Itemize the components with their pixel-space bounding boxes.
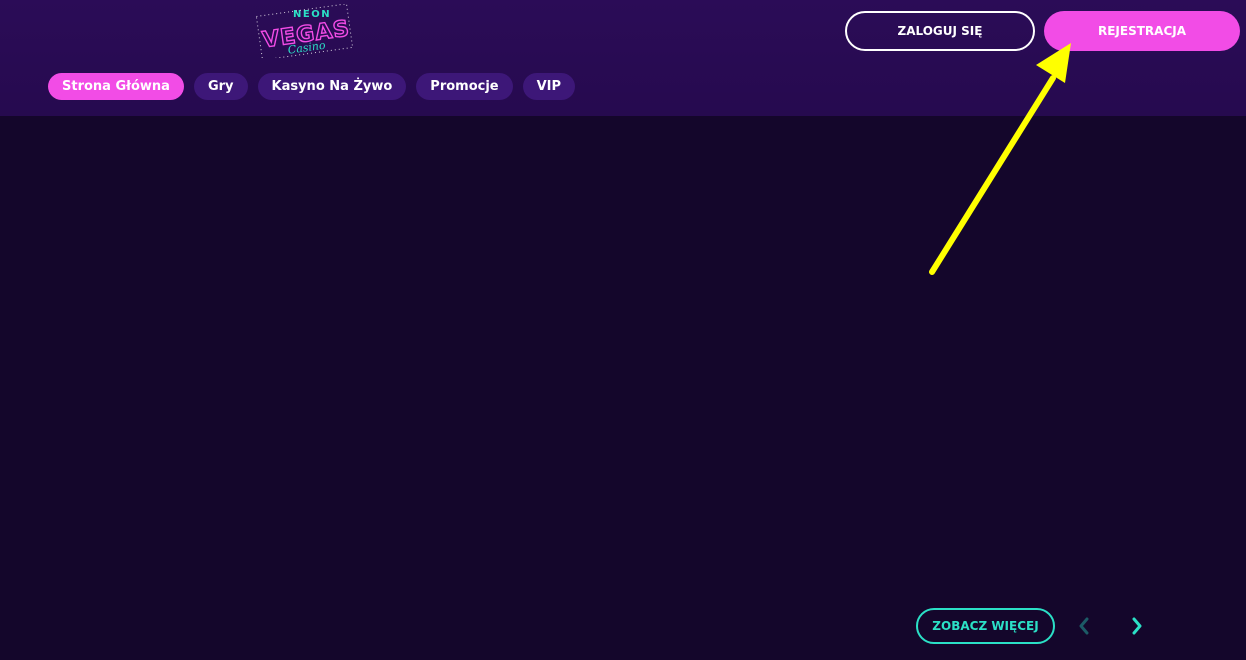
nav-item-live-casino[interactable]: Kasyno Na Żywo <box>257 73 407 100</box>
carousel-prev-button[interactable] <box>1072 612 1096 640</box>
site-header: NEON VEGAS Casino ZALOGUJ SIĘ REJESTRACJ… <box>0 0 1246 116</box>
login-button[interactable]: ZALOGUJ SIĘ <box>845 11 1035 51</box>
neon-vegas-logo[interactable]: NEON VEGAS Casino <box>255 3 354 61</box>
nav-item-vip[interactable]: VIP <box>522 73 576 100</box>
logo-icon: NEON VEGAS Casino <box>255 3 354 61</box>
nav-item-games[interactable]: Gry <box>193 73 248 100</box>
chevron-left-icon <box>1079 617 1089 635</box>
chevron-right-icon <box>1132 617 1142 635</box>
logo-top-text: NEON <box>293 9 331 20</box>
nav-item-promotions[interactable]: Promocje <box>416 73 513 100</box>
register-button[interactable]: REJESTRACJA <box>1044 11 1240 51</box>
nav-item-home[interactable]: Strona Główna <box>48 73 184 100</box>
see-more-button[interactable]: ZOBACZ WIĘCEJ <box>916 608 1055 644</box>
carousel-next-button[interactable] <box>1125 612 1149 640</box>
main-nav: Strona Główna Gry Kasyno Na Żywo Promocj… <box>48 73 576 100</box>
